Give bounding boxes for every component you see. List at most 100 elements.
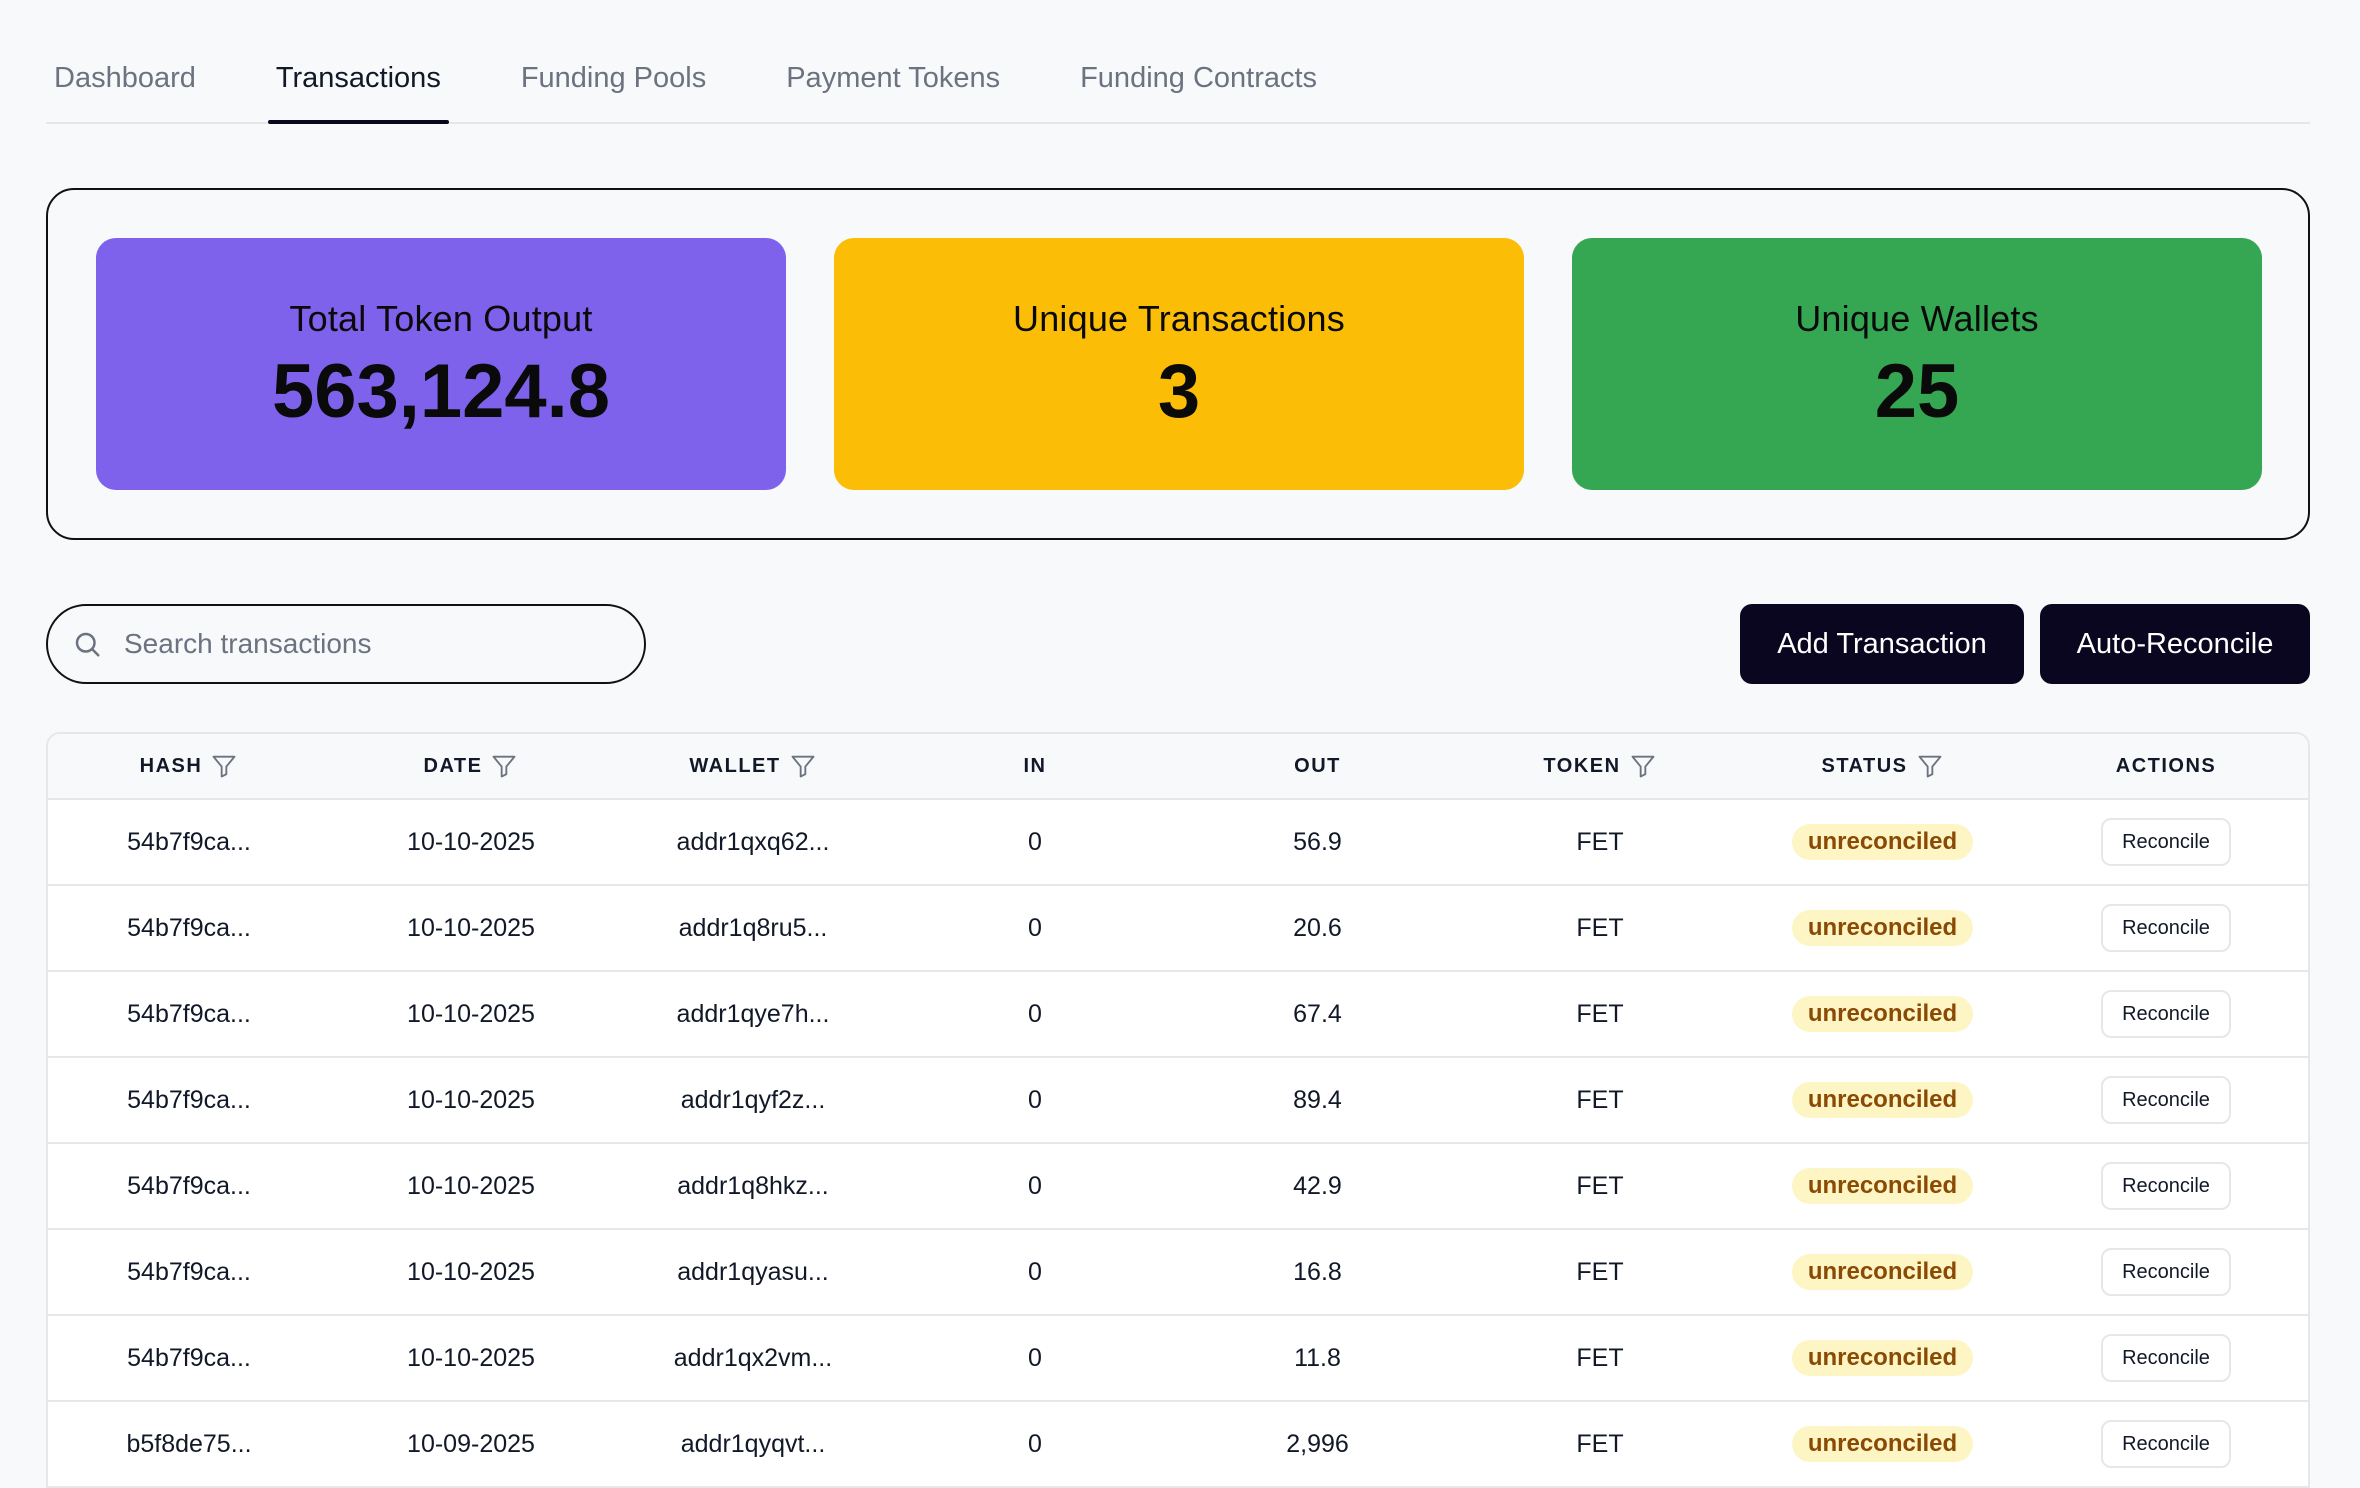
- table-body: 54b7f9ca... 10-10-2025 addr1qxq62... 0 56.9 F…: [48, 800, 2308, 1488]
- cell-status: unreconciled: [1741, 1340, 2024, 1376]
- stat-card-unique-transactions: Unique Transactions 3: [834, 238, 1524, 490]
- cell-wallet: addr1qxq62...: [676, 827, 830, 856]
- cell-status: unreconciled: [1741, 824, 2024, 860]
- column-header-actions: ACTIONS: [2024, 755, 2308, 778]
- table-row: b5f8de75... 10-09-2025 addr1qyqvt... 0 2,996…: [48, 1402, 2308, 1488]
- column-header-token[interactable]: TOKEN: [1459, 752, 1741, 780]
- cell-status: unreconciled: [1741, 910, 2024, 946]
- column-header-label: ACTIONS: [2115, 754, 2217, 777]
- tab-payment-tokens[interactable]: Payment Tokens: [778, 50, 1008, 122]
- stat-card-unique-wallets: Unique Wallets 25: [1572, 238, 2262, 490]
- stat-label: Unique Transactions: [1013, 298, 1345, 339]
- cell-hash: 54b7f9ca...: [127, 1257, 251, 1286]
- cell-date: 10-10-2025: [407, 1257, 535, 1286]
- cell-actions: Reconcile: [2024, 818, 2308, 866]
- cell-out: 11.8: [1294, 1343, 1341, 1372]
- cell-actions: Reconcile: [2024, 904, 2308, 952]
- filter-icon[interactable]: [490, 752, 518, 780]
- cell-wallet: addr1qyf2z...: [680, 1085, 826, 1114]
- page: Dashboard Transactions Funding Pools Pay…: [0, 0, 2360, 1488]
- cell-out: 67.4: [1293, 999, 1342, 1028]
- cell-date: 10-10-2025: [407, 999, 535, 1028]
- cell-wallet: addr1qye7h...: [676, 999, 830, 1028]
- table-row: 54b7f9ca... 10-10-2025 addr1qyasu... 0 16.8 F…: [48, 1230, 2308, 1316]
- table-header: HASH DATE WALLET IN OUT TOKEN STATUS ACTIONS: [48, 734, 2308, 800]
- cell-wallet: addr1qyasu...: [677, 1257, 829, 1286]
- tab-funding-pools[interactable]: Funding Pools: [513, 50, 714, 122]
- column-header-in: IN: [894, 755, 1176, 778]
- tab-transactions[interactable]: Transactions: [267, 50, 449, 124]
- status-badge: unreconciled: [1791, 1340, 1974, 1376]
- reconcile-button[interactable]: Reconcile: [2101, 990, 2231, 1038]
- stat-label: Total Token Output: [289, 298, 593, 339]
- cell-status: unreconciled: [1741, 1254, 2024, 1290]
- cell-in: 0: [1028, 1171, 1042, 1200]
- reconcile-button[interactable]: Reconcile: [2101, 1420, 2231, 1468]
- cell-status: unreconciled: [1741, 1082, 2024, 1118]
- column-header-hash[interactable]: HASH: [48, 752, 330, 780]
- cell-actions: Reconcile: [2024, 990, 2308, 1038]
- reconcile-button[interactable]: Reconcile: [2101, 1076, 2231, 1124]
- stat-label: Unique Wallets: [1795, 298, 2039, 339]
- cell-out: 20.6: [1293, 913, 1342, 942]
- cell-in: 0: [1028, 1429, 1042, 1458]
- reconcile-button[interactable]: Reconcile: [2101, 1162, 2231, 1210]
- search-box[interactable]: [46, 604, 646, 684]
- column-header-label: TOKEN: [1543, 754, 1621, 777]
- cell-out: 56.9: [1293, 827, 1342, 856]
- cell-wallet: addr1q8hkz...: [677, 1171, 829, 1200]
- status-badge: unreconciled: [1791, 1082, 1974, 1118]
- column-header-out: OUT: [1176, 755, 1459, 778]
- cell-wallet: addr1q8ru5...: [678, 913, 828, 942]
- tab-funding-contracts[interactable]: Funding Contracts: [1072, 50, 1325, 122]
- reconcile-button[interactable]: Reconcile: [2101, 1248, 2231, 1296]
- cell-status: unreconciled: [1741, 1426, 2024, 1462]
- reconcile-button[interactable]: Reconcile: [2101, 904, 2231, 952]
- search-input[interactable]: [124, 628, 604, 660]
- cell-hash: b5f8de75...: [126, 1429, 252, 1458]
- cell-date: 10-10-2025: [407, 913, 535, 942]
- cell-hash: 54b7f9ca...: [127, 1171, 251, 1200]
- tab-bar: Dashboard Transactions Funding Pools Pay…: [46, 50, 2310, 124]
- cell-hash: 54b7f9ca...: [127, 1343, 251, 1372]
- filter-icon[interactable]: [789, 752, 817, 780]
- stat-card-total-token-output: Total Token Output 563,124.8: [96, 238, 786, 490]
- cell-actions: Reconcile: [2024, 1248, 2308, 1296]
- status-badge: unreconciled: [1791, 910, 1974, 946]
- table-row: 54b7f9ca... 10-10-2025 addr1qxq62... 0 56.9 F…: [48, 800, 2308, 886]
- cell-token: FET: [1576, 913, 1624, 942]
- cell-token: FET: [1576, 1085, 1624, 1114]
- column-header-label: WALLET: [689, 754, 781, 777]
- column-header-date[interactable]: DATE: [330, 752, 612, 780]
- cell-token: FET: [1576, 1429, 1624, 1458]
- filter-icon[interactable]: [1916, 752, 1944, 780]
- cell-date: 10-09-2025: [407, 1429, 535, 1458]
- cell-hash: 54b7f9ca...: [127, 1085, 251, 1114]
- auto-reconcile-button[interactable]: Auto-Reconcile: [2040, 604, 2310, 684]
- cell-out: 2,996: [1286, 1429, 1349, 1458]
- cell-actions: Reconcile: [2024, 1162, 2308, 1210]
- cell-in: 0: [1028, 1085, 1042, 1114]
- column-header-status[interactable]: STATUS: [1741, 752, 2024, 780]
- search-icon: [75, 632, 100, 657]
- cell-actions: Reconcile: [2024, 1334, 2308, 1382]
- status-badge: unreconciled: [1791, 996, 1974, 1032]
- tab-dashboard[interactable]: Dashboard: [46, 50, 204, 122]
- cell-in: 0: [1028, 1257, 1042, 1286]
- cell-hash: 54b7f9ca...: [127, 913, 251, 942]
- column-header-wallet[interactable]: WALLET: [612, 752, 894, 780]
- filter-icon[interactable]: [1629, 752, 1657, 780]
- cell-actions: Reconcile: [2024, 1420, 2308, 1468]
- cell-date: 10-10-2025: [407, 827, 535, 856]
- cell-date: 10-10-2025: [407, 1085, 535, 1114]
- add-transaction-button[interactable]: Add Transaction: [1740, 604, 2024, 684]
- filter-icon[interactable]: [210, 752, 238, 780]
- stat-value: 3: [1157, 349, 1201, 434]
- column-header-label: DATE: [423, 754, 483, 777]
- column-header-label: OUT: [1294, 754, 1341, 777]
- transactions-table: HASH DATE WALLET IN OUT TOKEN STATUS ACTIONS 54…: [46, 732, 2310, 1488]
- status-badge: unreconciled: [1791, 1254, 1974, 1290]
- cell-wallet: addr1qx2vm...: [673, 1343, 833, 1372]
- reconcile-button[interactable]: Reconcile: [2101, 818, 2231, 866]
- reconcile-button[interactable]: Reconcile: [2101, 1334, 2231, 1382]
